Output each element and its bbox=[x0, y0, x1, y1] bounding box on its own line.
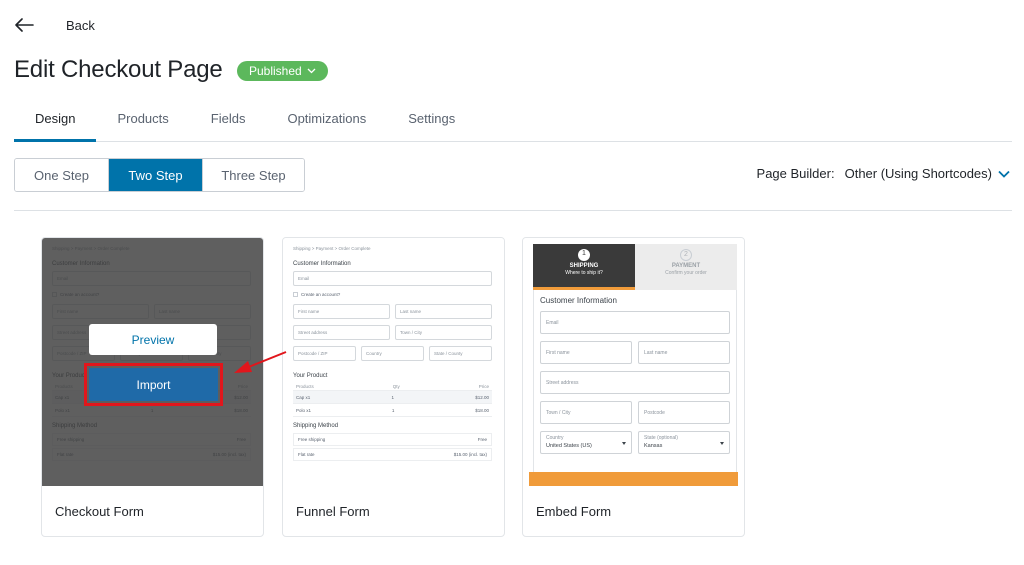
import-highlight: Import bbox=[84, 363, 223, 406]
step-two-button[interactable]: Two Step bbox=[109, 159, 203, 191]
template-name: Funnel Form bbox=[296, 504, 370, 519]
mini-heading: Shipping Method bbox=[293, 423, 339, 429]
tab-products[interactable]: Products bbox=[96, 106, 189, 142]
embed-select: Country United States (US) bbox=[540, 431, 632, 454]
mini-table-header: ProductsQtyPrice bbox=[293, 383, 492, 391]
embed-step-header: 1 SHIPPING Where to ship it? 2 PAYMENT C… bbox=[533, 244, 737, 290]
mini-input: Street address bbox=[293, 325, 390, 340]
back-link[interactable]: Back bbox=[14, 14, 95, 36]
mini-input: First name bbox=[293, 304, 390, 319]
template-thumbnail: 1 SHIPPING Where to ship it? 2 PAYMENT C… bbox=[523, 238, 744, 486]
embed-input: Postcode bbox=[638, 401, 730, 424]
mini-form: Shipping > Payment > Order Complete Cust… bbox=[293, 246, 492, 463]
template-thumbnail: Shipping > Payment > Order Complete Cust… bbox=[283, 238, 504, 486]
chevron-down-icon bbox=[307, 68, 316, 74]
status-badge[interactable]: Published bbox=[237, 61, 328, 81]
step-one-button[interactable]: One Step bbox=[15, 159, 109, 191]
page-builder: Page Builder: Other (Using Shortcodes) bbox=[757, 166, 1010, 181]
template-name: Embed Form bbox=[536, 504, 612, 519]
tab-settings[interactable]: Settings bbox=[387, 106, 476, 142]
section-divider bbox=[14, 210, 1012, 211]
mini-table-row: Polo x11$18.00 bbox=[293, 404, 492, 417]
tab-fields[interactable]: Fields bbox=[190, 106, 267, 142]
template-card-embed[interactable]: 1 SHIPPING Where to ship it? 2 PAYMENT C… bbox=[522, 237, 745, 537]
template-name: Checkout Form bbox=[55, 504, 144, 519]
mini-breadcrumb: Shipping > Payment > Order Complete bbox=[293, 246, 371, 251]
embed-input: Town / City bbox=[540, 401, 632, 424]
embed-step-payment: 2 PAYMENT Confirm your order bbox=[635, 244, 737, 290]
embed-heading: Customer Information bbox=[540, 296, 617, 305]
mini-checkbox: Create an account? bbox=[293, 292, 492, 297]
embed-submit-bar bbox=[529, 472, 738, 486]
embed-form-body: Customer Information Email First name Las… bbox=[533, 290, 737, 486]
status-label: Published bbox=[249, 64, 302, 78]
step-selector: One Step Two Step Three Step bbox=[14, 158, 305, 192]
step-three-button[interactable]: Three Step bbox=[203, 159, 304, 191]
page-builder-label: Page Builder: bbox=[756, 166, 835, 181]
page-builder-value: Other (Using Shortcodes) bbox=[844, 166, 992, 181]
mini-heading: Your Product bbox=[293, 373, 328, 379]
mini-shipping-row: Free shippingFree bbox=[293, 433, 492, 446]
mini-input: Email bbox=[293, 271, 492, 286]
template-card-funnel[interactable]: Shipping > Payment > Order Complete Cust… bbox=[282, 237, 505, 537]
template-card-checkout[interactable]: Shipping > Payment > Order Complete Cust… bbox=[41, 237, 264, 537]
mini-input: State / County bbox=[429, 346, 492, 361]
page-title: Edit Checkout Page bbox=[14, 56, 223, 83]
pointer-arrow-icon bbox=[234, 351, 287, 373]
mini-input: Country bbox=[361, 346, 424, 361]
mini-input: Town / City bbox=[395, 325, 492, 340]
mini-shipping-row: Flat rate$15.00 (incl. tax) bbox=[293, 448, 492, 461]
embed-input: Street address bbox=[540, 371, 730, 394]
page-builder-select[interactable]: Other (Using Shortcodes) bbox=[845, 166, 1010, 181]
embed-step-shipping: 1 SHIPPING Where to ship it? bbox=[533, 244, 635, 290]
tab-optimizations[interactable]: Optimizations bbox=[266, 106, 387, 142]
mini-heading: Customer Information bbox=[293, 261, 351, 267]
embed-select: State (optional) Kansas bbox=[638, 431, 730, 454]
back-label: Back bbox=[66, 17, 95, 33]
embed-input: Email bbox=[540, 311, 730, 334]
tab-bar: Design Products Fields Optimizations Set… bbox=[14, 106, 1012, 142]
import-button[interactable]: Import bbox=[89, 368, 218, 401]
mini-input: Last name bbox=[395, 304, 492, 319]
mini-table-row: Cap x11$12.00 bbox=[293, 391, 492, 404]
tab-design[interactable]: Design bbox=[14, 106, 97, 142]
arrow-left-icon bbox=[15, 18, 34, 32]
embed-input: Last name bbox=[638, 341, 730, 364]
preview-button[interactable]: Preview bbox=[89, 324, 217, 355]
chevron-down-icon bbox=[998, 170, 1010, 178]
mini-input: Postcode / ZIP bbox=[293, 346, 356, 361]
embed-input: First name bbox=[540, 341, 632, 364]
